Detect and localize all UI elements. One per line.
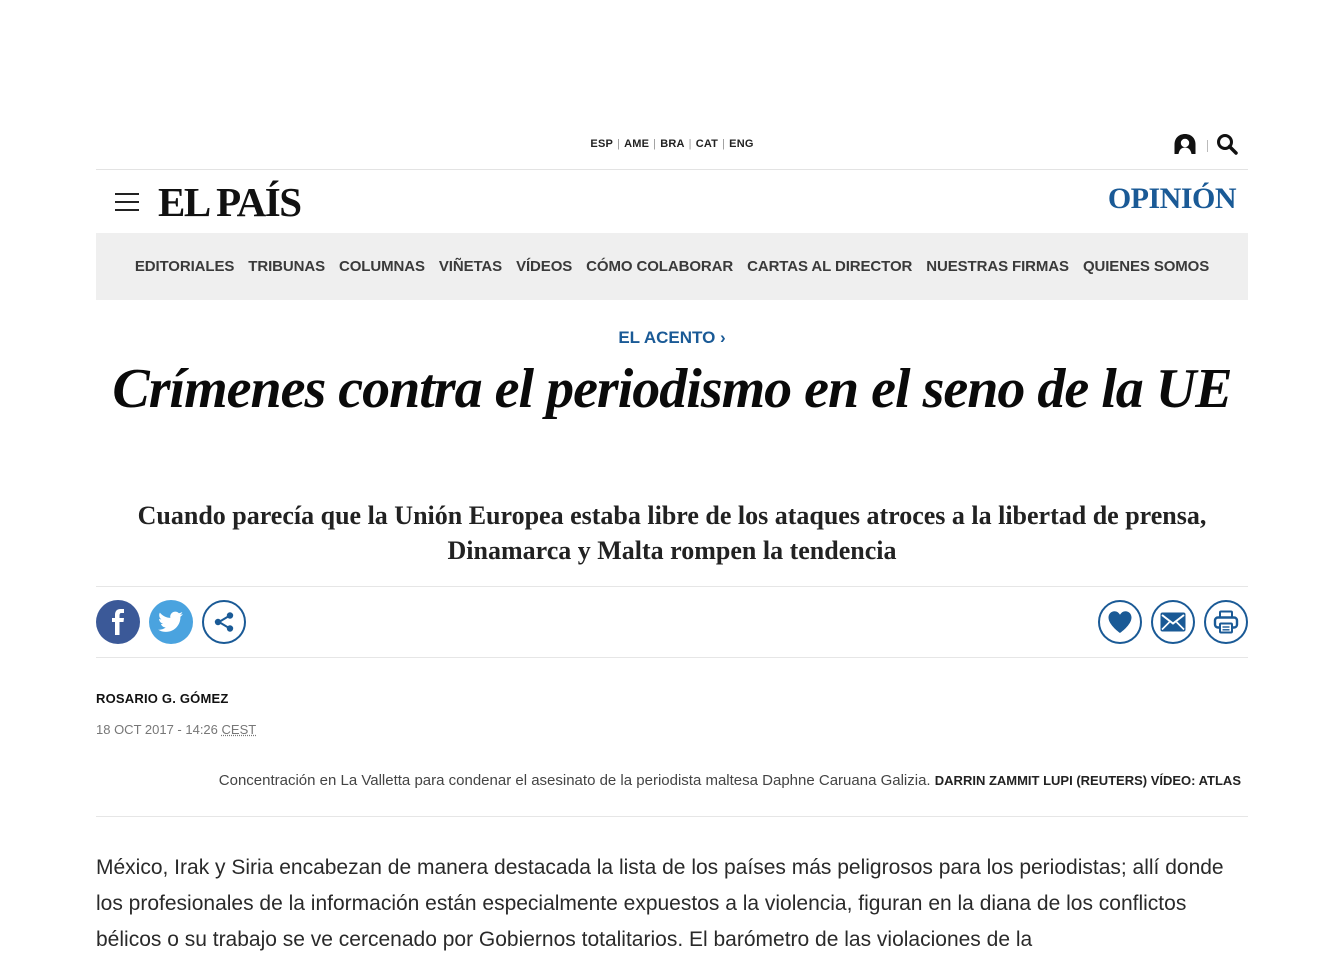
twitter-icon[interactable]	[149, 600, 193, 644]
article-tools	[1089, 600, 1248, 644]
edition-selector: ESP | AME | BRA | CAT | ENG	[590, 138, 754, 150]
nav-item-videos[interactable]: VÍDEOS	[516, 258, 572, 275]
divider	[96, 816, 1248, 817]
nav-item-cartas-al-director[interactable]: CARTAS AL DIRECTOR	[747, 258, 912, 275]
divider	[96, 657, 1248, 658]
article-page: ESP | AME | BRA | CAT | ENG EL PAÍS OPINIÓN EDIT…	[96, 0, 1248, 960]
divider	[96, 586, 1248, 587]
article-body-paragraph: México, Irak y Siria encabezan de manera…	[96, 856, 1224, 951]
share-icon[interactable]	[202, 600, 246, 644]
article-subtitle: Cuando parecía que la Unión Europea esta…	[137, 501, 1207, 565]
heart-icon[interactable]	[1098, 600, 1142, 644]
edition-bra[interactable]: BRA	[660, 138, 684, 150]
mail-icon[interactable]	[1151, 600, 1195, 644]
print-icon[interactable]	[1204, 600, 1248, 644]
publish-date: 18 OCT 2017 - 14:26 CEST	[96, 722, 256, 737]
share-buttons	[96, 600, 255, 644]
site-logo[interactable]: EL PAÍS	[158, 178, 302, 226]
divider	[96, 169, 1248, 170]
article-headline: Crímenes contra el periodismo en el seno…	[112, 358, 1232, 420]
section-title[interactable]: OPINIÓN	[1108, 182, 1237, 216]
nav-item-tribunas[interactable]: TRIBUNAS	[248, 258, 325, 275]
date-value: 18 OCT 2017 - 14:26	[96, 722, 218, 737]
edition-esp[interactable]: ESP	[590, 138, 613, 150]
nav-item-columnas[interactable]: COLUMNAS	[339, 258, 425, 275]
media-caption: Concentración en La Valletta para conden…	[116, 772, 1241, 790]
search-icon[interactable]	[1216, 133, 1238, 160]
timezone-label: CEST	[221, 722, 257, 737]
section-nav: EDITORIALES TRIBUNAS COLUMNAS VIÑETAS VÍ…	[96, 233, 1248, 300]
edition-ame[interactable]: AME	[624, 138, 649, 150]
edition-eng[interactable]: ENG	[729, 138, 753, 150]
author-name[interactable]: ROSARIO G. GÓMEZ	[96, 691, 228, 706]
top-tools	[1173, 133, 1238, 160]
nav-item-vinetas[interactable]: VIÑETAS	[439, 258, 502, 275]
user-icon[interactable]	[1173, 133, 1197, 160]
caption-text: Concentración en La Valletta para conden…	[218, 772, 931, 789]
edition-cat[interactable]: CAT	[696, 138, 718, 150]
article-kicker[interactable]: EL ACENTO ›	[96, 328, 1248, 348]
photo-credit: DARRIN ZAMMIT LUPI (REUTERS) VÍDEO: ATLA…	[934, 773, 1241, 788]
hamburger-menu-icon[interactable]	[115, 193, 139, 211]
facebook-icon[interactable]	[96, 600, 140, 644]
nav-item-quienes-somos[interactable]: QUIENES SOMOS	[1083, 258, 1209, 275]
nav-item-nuestras-firmas[interactable]: NUESTRAS FIRMAS	[926, 258, 1069, 275]
nav-item-como-colaborar[interactable]: CÓMO COLABORAR	[586, 258, 733, 275]
nav-item-editoriales[interactable]: EDITORIALES	[135, 258, 235, 275]
